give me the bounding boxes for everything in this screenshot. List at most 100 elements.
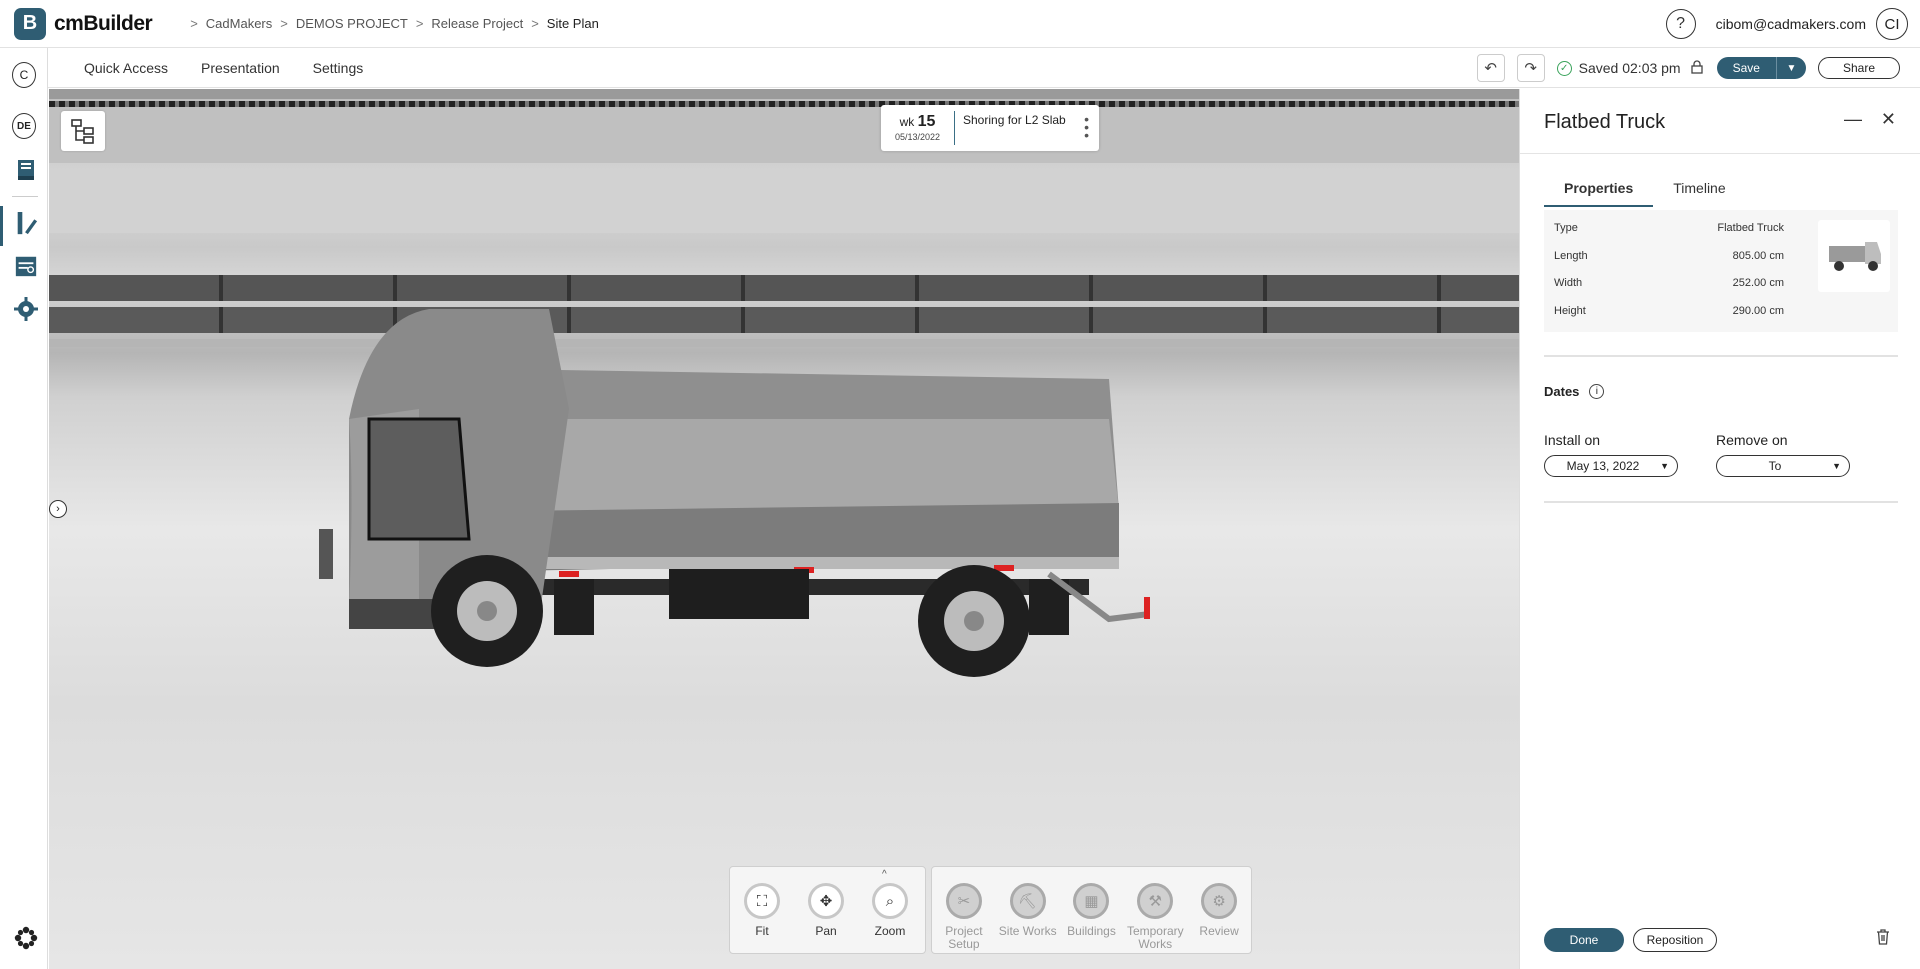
avatar[interactable]: CI: [1876, 8, 1908, 40]
save-button-group: Save ▼: [1716, 57, 1806, 79]
dates-title: Dates: [1544, 384, 1580, 399]
breadcrumb-item-current: Site Plan: [546, 16, 599, 31]
install-date-select[interactable]: May 13, 2022 ▼: [1544, 455, 1678, 477]
close-icon[interactable]: ✕: [1881, 109, 1896, 130]
tool-label: Buildings: [1067, 924, 1116, 938]
section-separator: [1544, 501, 1898, 503]
check-icon: ✓: [1556, 60, 1572, 76]
menu-quick-access[interactable]: Quick Access: [84, 60, 168, 76]
property-row-length: Length 805.00 cm: [1554, 250, 1784, 262]
more-vertical-icon[interactable]: • • •: [1084, 112, 1089, 142]
chevron-right-icon: >: [280, 16, 288, 31]
scene-slab: [49, 173, 1519, 233]
user-area: ? cibom@cadmakers.com CI: [1665, 8, 1908, 40]
company-switcher[interactable]: C: [12, 62, 36, 88]
flatbed-truck-model[interactable]: [309, 289, 1169, 719]
zoom-icon: ⌕: [872, 883, 908, 919]
site-works-tool[interactable]: ⛏ Site Works: [996, 883, 1060, 953]
share-button[interactable]: Share: [1817, 57, 1900, 79]
schedule-calendar-icon[interactable]: [14, 254, 38, 278]
properties-box: Type Flatbed Truck Length 805.00 cm Widt…: [1544, 210, 1898, 332]
week-indicator-card[interactable]: wk 15 05/13/2022 Shoring for L2 Slab • • •: [881, 105, 1099, 151]
language-code: DE: [12, 113, 36, 139]
remove-date-value: To: [1768, 459, 1782, 473]
menu-settings[interactable]: Settings: [313, 60, 364, 76]
excavator-icon: ⛏: [1009, 883, 1046, 919]
week-value: 15: [917, 113, 936, 130]
tab-properties[interactable]: Properties: [1544, 179, 1654, 207]
tool-label: Project Setup: [945, 924, 983, 951]
temporary-works-tool[interactable]: ⚒ Temporary Works: [1123, 883, 1187, 953]
trash-icon[interactable]: [1876, 929, 1890, 950]
menu-presentation[interactable]: Presentation: [201, 60, 280, 76]
chevron-down-icon[interactable]: ▼: [1775, 57, 1806, 79]
save-toolbar: ↶ ↷ ✓ Saved 02:03 pm Save ▼ Share: [1465, 54, 1900, 82]
zoom-tool[interactable]: ⌕ Zoom: [858, 883, 922, 953]
property-value: Flatbed Truck: [1717, 222, 1784, 234]
property-row-type: Type Flatbed Truck: [1554, 222, 1784, 234]
tool-label: Review: [1199, 924, 1239, 938]
section-separator: [1544, 355, 1898, 357]
caret-up-icon[interactable]: ^: [882, 869, 887, 880]
fit-icon: ⛶: [744, 883, 780, 919]
property-row-height: Height 290.00 cm: [1554, 305, 1784, 317]
chevron-right-icon[interactable]: ›: [49, 500, 67, 518]
view-tools: ^ ⛶ Fit ✥ Pan ⌕ Zoom: [729, 866, 926, 954]
help-icon[interactable]: ?: [1665, 9, 1696, 39]
logo-badge: B: [14, 7, 46, 40]
saved-text: Saved 02:03 pm: [1578, 60, 1681, 76]
app-logo[interactable]: B cmBuilder: [14, 7, 153, 40]
project-setup-tool[interactable]: ✂ Project Setup: [932, 883, 996, 953]
apps-grid-icon[interactable]: [14, 926, 38, 950]
undo-icon[interactable]: ↶: [1476, 54, 1505, 82]
save-button[interactable]: Save: [1716, 57, 1776, 79]
breadcrumb: > CadMakers > DEMOS PROJECT > Release Pr…: [182, 16, 599, 31]
language-switcher[interactable]: DE: [12, 113, 36, 139]
property-value: 805.00 cm: [1732, 250, 1784, 262]
property-key: Width: [1554, 277, 1583, 289]
caret-down-icon: ▼: [1660, 461, 1669, 471]
buildings-tool[interactable]: ▦ Buildings: [1060, 883, 1124, 953]
scene-wall: [49, 107, 1519, 163]
week-task: Shoring for L2 Slab: [963, 113, 1066, 127]
scene-fence: [49, 89, 1519, 99]
user-email[interactable]: cibom@cadmakers.com: [1716, 16, 1866, 32]
breadcrumb-item-project[interactable]: Release Project: [431, 16, 523, 31]
property-key: Height: [1554, 305, 1586, 317]
panel-divider: [1520, 153, 1920, 154]
design-pencil-icon[interactable]: [14, 212, 38, 236]
info-icon[interactable]: i: [1589, 384, 1605, 399]
reposition-button[interactable]: Reposition: [1633, 928, 1717, 952]
week-number: wk 15: [881, 113, 954, 131]
pan-icon: ✥: [808, 883, 844, 919]
review-tool[interactable]: ⚙ Review: [1187, 883, 1251, 953]
week-date: 05/13/2022: [894, 132, 941, 142]
chevron-right-icon: >: [415, 16, 424, 31]
panel-title: Flatbed Truck: [1544, 111, 1666, 133]
tab-timeline[interactable]: Timeline: [1653, 179, 1745, 207]
crane-icon: ⚒: [1137, 883, 1174, 919]
tools-icon: ✂: [945, 883, 982, 919]
fit-tool[interactable]: ⛶ Fit: [730, 883, 794, 953]
property-value: 252.00 cm: [1732, 277, 1784, 289]
scene-tree-button[interactable]: [61, 111, 105, 151]
redo-icon[interactable]: ↷: [1516, 54, 1545, 82]
mode-tools: ✂ Project Setup ⛏ Site Works ▦ Buildings…: [931, 866, 1252, 954]
breadcrumb-item-company[interactable]: CadMakers: [206, 16, 272, 31]
document-book-icon[interactable]: [14, 158, 38, 182]
property-key: Type: [1554, 222, 1578, 234]
pan-tool[interactable]: ✥ Pan: [794, 883, 858, 953]
gear-icon[interactable]: [14, 297, 38, 321]
remove-date-select[interactable]: To ▼: [1716, 455, 1850, 477]
building-icon: ▦: [1073, 883, 1110, 919]
breadcrumb-item-project-group[interactable]: DEMOS PROJECT: [296, 16, 408, 31]
tool-label: Fit: [755, 924, 769, 938]
tool-label: Zoom: [874, 924, 906, 938]
done-button[interactable]: Done: [1544, 928, 1624, 952]
minimize-icon[interactable]: —: [1844, 109, 1862, 130]
review-gear-icon: ⚙: [1201, 883, 1238, 919]
3d-viewport[interactable]: wk 15 05/13/2022 Shoring for L2 Slab • • •…: [49, 89, 1519, 969]
chevron-right-icon: >: [531, 16, 539, 31]
app-name: cmBuilder: [54, 11, 153, 35]
lock-icon[interactable]: [1690, 59, 1703, 77]
